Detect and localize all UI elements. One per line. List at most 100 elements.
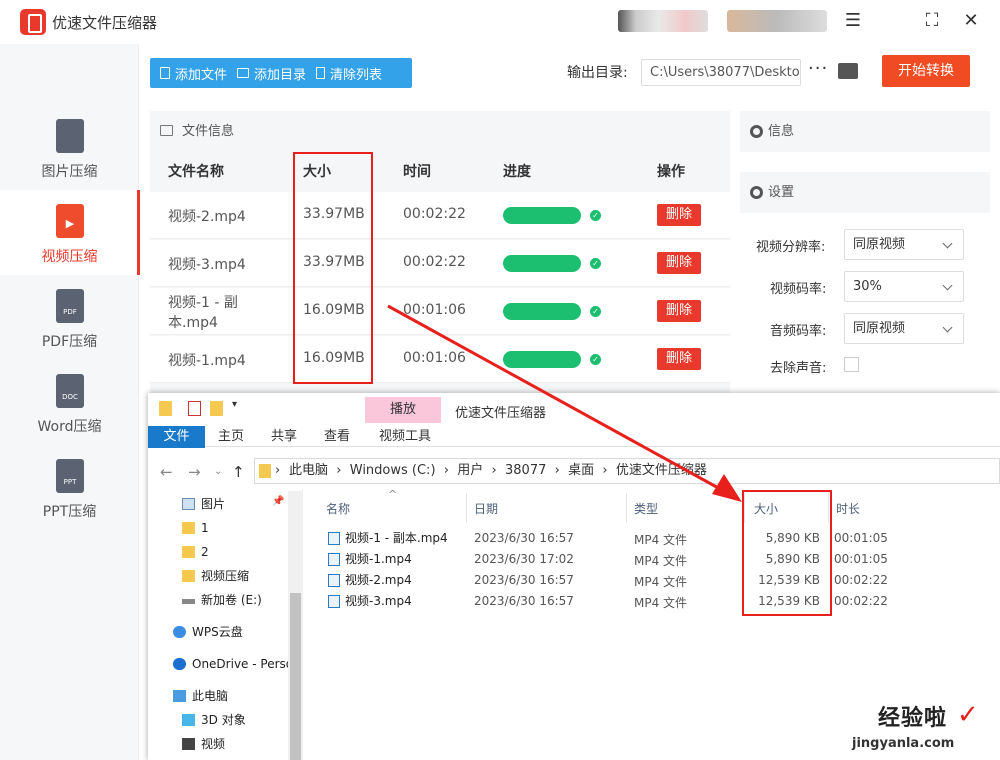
nav-item-videos[interactable]: 视频 (182, 735, 225, 753)
tab-view[interactable]: 查看 (324, 426, 350, 448)
nav-scrollbar-thumb[interactable] (290, 593, 301, 760)
maximize-icon[interactable]: ⛶ (921, 10, 943, 32)
breadcrumb-app-folder[interactable]: 优速文件压缩器 (616, 463, 707, 478)
nav-item-folder-1[interactable]: 1 (182, 519, 209, 537)
folder-icon (159, 401, 172, 416)
mute-label: 去除声音: (770, 361, 827, 376)
add-directory-button[interactable]: 添加目录 (227, 58, 306, 88)
table-row: 视频-1.mp4 16.09MB 00:01:06 ✓ 删除 (150, 336, 730, 383)
nav-item-onedrive[interactable]: OneDrive - Perso (173, 655, 288, 673)
address-bar[interactable]: › 此电脑 › Windows (C:) › 用户 › 38077 › 桌面 ›… (254, 458, 1000, 484)
tab-file[interactable]: 文件 (148, 426, 205, 448)
new-folder-icon[interactable] (210, 401, 223, 416)
add-file-button[interactable]: 添加文件 (150, 58, 227, 88)
clear-list-button[interactable]: 清除列表 (306, 58, 382, 88)
nav-item-folder-2[interactable]: 2 (182, 543, 209, 561)
tab-home[interactable]: 主页 (218, 426, 244, 448)
explorer-file-date: 2023/6/30 16:57 (474, 594, 574, 608)
resolution-select[interactable]: 同原视频 (844, 229, 964, 260)
nav-item-video-compress[interactable]: 视频压缩 (182, 567, 249, 585)
file-time: 00:01:06 (403, 302, 466, 318)
breadcrumb-user[interactable]: 38077 (505, 463, 546, 478)
menu-icon[interactable]: ☰ (842, 10, 864, 32)
explorer-file-type: MP4 文件 (634, 554, 688, 568)
browse-more-button[interactable]: ··· (808, 58, 828, 79)
column-header-type[interactable]: 类型 (634, 497, 658, 523)
explorer-file-name[interactable]: 视频-2.mp4 (345, 570, 412, 590)
bitrate-select[interactable]: 30% (844, 271, 964, 302)
explorer-file-name[interactable]: 视频-3.mp4 (345, 591, 412, 611)
column-header-name[interactable]: 名称 (326, 497, 350, 523)
start-convert-button[interactable]: 开始转换 (882, 55, 970, 87)
audio-bitrate-select[interactable]: 同原视频 (844, 313, 964, 344)
pin-icon[interactable]: 📌 (272, 496, 284, 507)
sidebar-item-word-compress[interactable]: DOC Word压缩 (0, 360, 139, 445)
nav-item-label: 2 (201, 545, 209, 559)
column-divider (466, 493, 467, 523)
sidebar-item-label: 图片压缩 (41, 164, 98, 180)
explorer-file-name[interactable]: 视频-1.mp4 (345, 549, 412, 569)
breadcrumb-desktop[interactable]: 桌面 (568, 463, 594, 478)
check-circle-icon: ✓ (590, 354, 601, 365)
sidebar-item-video-compress[interactable]: ▶ 视频压缩 (0, 190, 140, 275)
nav-item-this-pc[interactable]: 此电脑 (173, 687, 228, 705)
file-time: 00:01:06 (403, 350, 466, 366)
breadcrumb-drive-c[interactable]: Windows (C:) (350, 463, 436, 478)
sidebar-item-image-compress[interactable]: 图片压缩 (0, 105, 139, 190)
back-icon[interactable]: ← (160, 463, 173, 481)
progress-bar (503, 207, 581, 224)
drive-icon (182, 599, 195, 604)
up-icon[interactable]: ↑ (232, 463, 245, 481)
column-header-duration[interactable]: 时长 (836, 497, 860, 523)
recent-chevron-icon[interactable]: ⌄ (214, 466, 222, 477)
properties-icon[interactable] (188, 401, 201, 416)
mute-checkbox[interactable] (844, 357, 859, 372)
progress-bar (503, 303, 581, 320)
tab-share[interactable]: 共享 (271, 426, 297, 448)
delete-button[interactable]: 删除 (657, 348, 701, 370)
pictures-icon (182, 498, 195, 510)
chevron-down-icon[interactable]: ▾ (232, 399, 237, 410)
breadcrumb-this-pc[interactable]: 此电脑 (289, 463, 328, 478)
app-title: 优速文件压缩器 (52, 14, 158, 32)
folder-icon (237, 68, 250, 78)
3d-object-icon (182, 714, 195, 726)
clear-list-label: 清除列表 (330, 67, 383, 83)
forward-icon[interactable]: → (188, 463, 201, 481)
explorer-file-type: MP4 文件 (634, 533, 688, 547)
delete-button[interactable]: 删除 (657, 300, 701, 322)
video-file-icon (328, 574, 340, 587)
nav-item-drive-e[interactable]: 新加卷 (E:) (182, 591, 262, 609)
open-folder-icon[interactable] (838, 63, 858, 79)
nav-item-label: 此电脑 (192, 689, 229, 703)
gear-icon (750, 186, 763, 199)
explorer-file-date: 2023/6/30 17:02 (474, 552, 574, 566)
breadcrumb-users[interactable]: 用户 (457, 463, 483, 478)
delete-button[interactable]: 删除 (657, 252, 701, 274)
check-circle-icon: ✓ (590, 210, 601, 221)
output-dir-input[interactable]: C:\Users\38077\Deskto (641, 59, 801, 86)
column-header-date[interactable]: 日期 (474, 497, 498, 523)
nav-item-wps-cloud[interactable]: WPS云盘 (173, 623, 243, 641)
play-context-tab[interactable]: 播放 (365, 397, 441, 423)
add-directory-label: 添加目录 (254, 67, 307, 83)
progress-bar (503, 351, 581, 368)
table-row: 视频-1 - 副本.mp4 16.09MB 00:01:06 ✓ 删除 (150, 288, 730, 335)
close-icon[interactable]: ✕ (960, 10, 982, 32)
nav-item-label: 视频压缩 (201, 569, 250, 583)
ppt-file-icon: PPT (56, 459, 84, 493)
nav-item-pictures[interactable]: 图片 (182, 495, 225, 513)
sidebar-item-pdf-compress[interactable]: PDF PDF压缩 (0, 275, 139, 360)
sidebar: 图片压缩 ▶ 视频压缩 PDF PDF压缩 DOC Word压缩 PPT PPT… (0, 44, 140, 760)
delete-button[interactable]: 删除 (657, 204, 701, 226)
doc-file-icon: DOC (56, 374, 84, 408)
file-info-panel: 文件信息 文件名称 大小 时间 进度 操作 视频-2.mp4 33.97MB 0… (150, 111, 730, 401)
nav-item-3d-objects[interactable]: 3D 对象 (182, 711, 246, 729)
tab-video-tools[interactable]: 视频工具 (379, 426, 431, 448)
file-name: 视频-1 - 副本.mp4 (168, 295, 238, 331)
app-logo-icon (20, 9, 46, 35)
sidebar-item-ppt-compress[interactable]: PPT PPT压缩 (0, 445, 139, 530)
table-row: 视频-3.mp4 33.97MB 00:02:22 ✓ 删除 (150, 240, 730, 287)
explorer-file-name[interactable]: 视频-1 - 副本.mp4 (345, 528, 448, 548)
cloud-icon (173, 626, 186, 638)
